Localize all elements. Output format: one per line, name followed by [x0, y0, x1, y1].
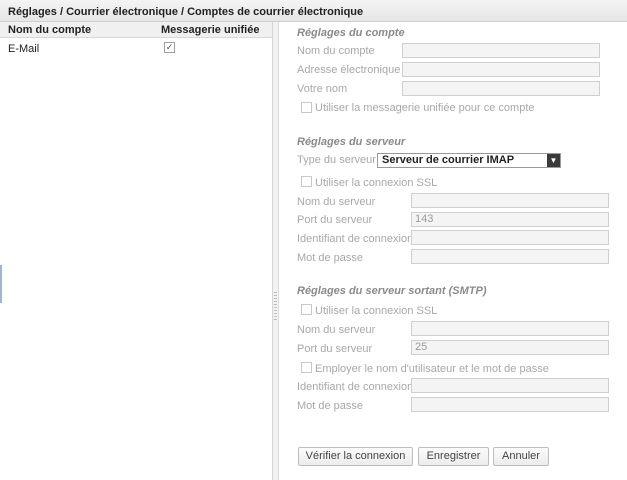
- smtp-port-label: Port du serveur: [297, 343, 373, 355]
- smtp-server-name-label: Nom du serveur: [297, 324, 376, 336]
- smtp-auth-checkbox[interactable]: [301, 362, 312, 373]
- accounts-panel: Nom du compte Messagerie unifiée E-Mail …: [0, 22, 273, 480]
- account-name-input[interactable]: [402, 43, 600, 58]
- server-login-input[interactable]: [411, 230, 609, 245]
- table-row[interactable]: E-Mail ✓: [0, 40, 272, 58]
- server-login-label: Identifiant de connexion: [297, 233, 414, 245]
- server-ssl-label: Utiliser la connexion SSL: [315, 177, 438, 189]
- server-password-label: Mot de passe: [297, 252, 364, 264]
- panel-edge-marker: [0, 265, 2, 303]
- smtp-login-label: Identifiant de connexion: [297, 381, 414, 393]
- column-header-unified[interactable]: Messagerie unifiée: [161, 24, 259, 36]
- breadcrumb: Réglages / Courrier électronique / Compt…: [0, 0, 627, 22]
- smtp-ssl-checkbox[interactable]: [301, 304, 312, 315]
- server-port-label: Port du serveur: [297, 214, 373, 226]
- column-header-account-name[interactable]: Nom du compte: [8, 24, 91, 36]
- server-ssl-checkbox[interactable]: [301, 176, 312, 187]
- server-name-label: Nom du serveur: [297, 196, 376, 208]
- smtp-port-input[interactable]: 25: [411, 340, 609, 355]
- server-type-select[interactable]: Serveur de courrier IMAP ▼: [377, 153, 561, 168]
- use-unified-checkbox[interactable]: [301, 102, 312, 113]
- check-icon: ✓: [165, 42, 174, 52]
- settings-form: Réglages du compte Nom du compte Adresse…: [280, 22, 627, 480]
- panel-splitter[interactable]: [273, 22, 279, 480]
- server-password-input[interactable]: [411, 249, 609, 264]
- verify-connection-button[interactable]: Vérifier la connexion: [298, 447, 413, 466]
- accounts-table-header: Nom du compte Messagerie unifiée: [0, 22, 272, 38]
- account-name-cell[interactable]: E-Mail: [8, 43, 39, 55]
- use-unified-label: Utiliser la messagerie unifiée pour ce c…: [315, 102, 535, 114]
- display-name-label: Votre nom: [297, 83, 348, 95]
- section-title-server: Réglages du serveur: [297, 136, 406, 148]
- email-label: Adresse électronique: [297, 64, 401, 76]
- smtp-ssl-label: Utiliser la connexion SSL: [315, 305, 438, 317]
- smtp-login-input[interactable]: [411, 378, 609, 393]
- server-type-value: Serveur de courrier IMAP: [382, 154, 515, 166]
- save-button[interactable]: Enregistrer: [418, 447, 489, 466]
- smtp-server-name-input[interactable]: [411, 321, 609, 336]
- server-name-input[interactable]: [411, 193, 609, 208]
- server-type-label: Type du serveur: [297, 154, 376, 166]
- smtp-password-label: Mot de passe: [297, 400, 364, 412]
- section-title-account: Réglages du compte: [297, 27, 405, 39]
- splitter-grip-icon[interactable]: [274, 292, 277, 320]
- unified-checkbox[interactable]: ✓: [164, 42, 175, 53]
- section-title-smtp: Réglages du serveur sortant (SMTP): [297, 285, 487, 297]
- smtp-password-input[interactable]: [411, 397, 609, 412]
- display-name-input[interactable]: [402, 81, 600, 96]
- email-input[interactable]: [402, 62, 600, 77]
- smtp-auth-label: Employer le nom d'utilisateur et le mot …: [315, 363, 549, 375]
- account-name-label: Nom du compte: [297, 45, 375, 57]
- triangle-down-icon[interactable]: ▼: [547, 154, 560, 167]
- server-port-input[interactable]: 143: [411, 212, 609, 227]
- cancel-button[interactable]: Annuler: [493, 447, 549, 466]
